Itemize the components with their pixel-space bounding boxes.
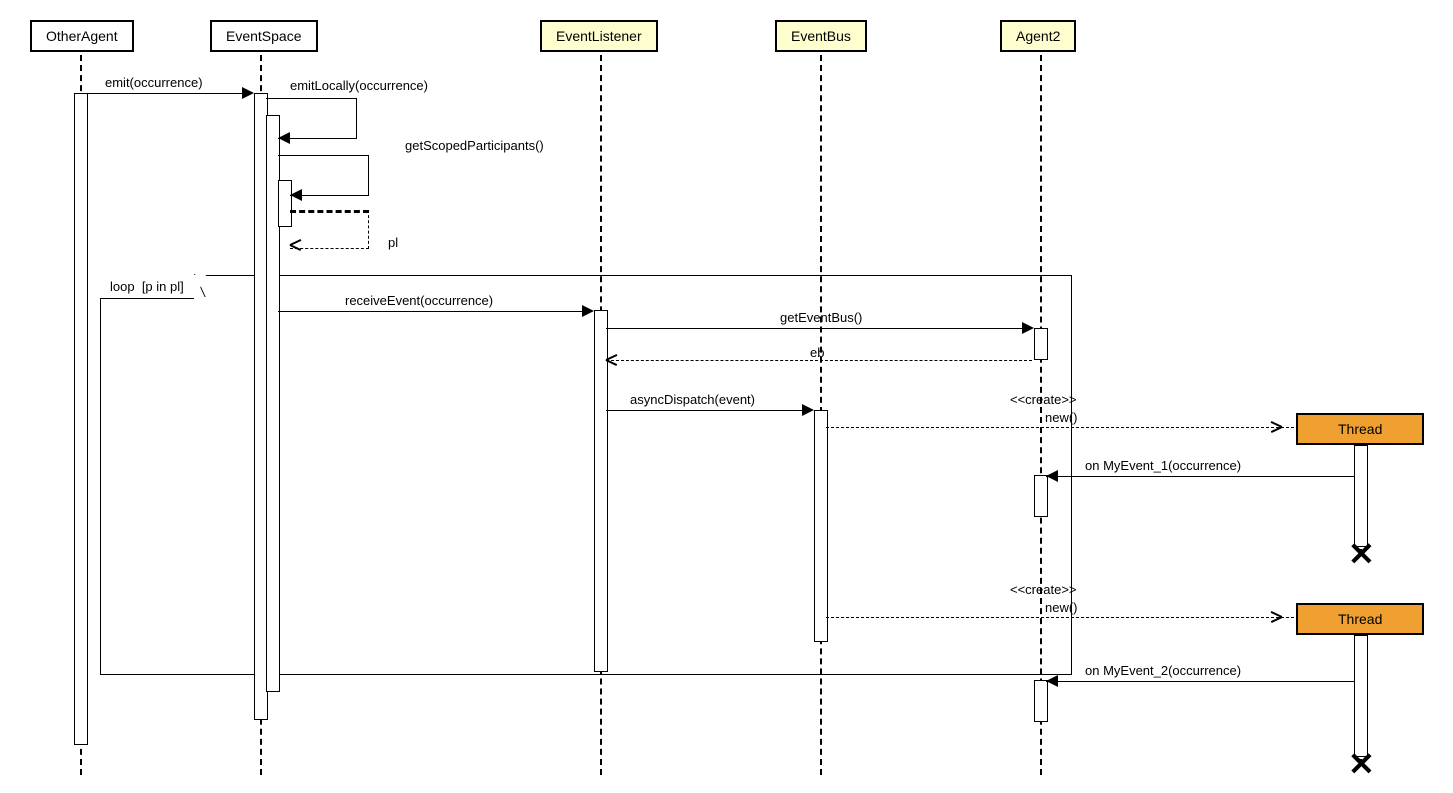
activation-otheragent xyxy=(74,93,88,745)
activation-thread1 xyxy=(1354,445,1368,547)
loop-frame xyxy=(100,275,1072,675)
msg-eb: eb xyxy=(810,345,824,360)
msg-asyncdispatch: asyncDispatch(event) xyxy=(630,392,755,407)
msg-emit: emit(occurrence) xyxy=(105,75,203,90)
msg-receiveevent: receiveEvent(occurrence) xyxy=(345,293,493,308)
arrow-receiveevent xyxy=(278,311,586,312)
participant-agent2: Agent2 xyxy=(1000,20,1076,52)
arrow-onmyevent2 xyxy=(1046,681,1354,682)
loop-condition: [p in pl] xyxy=(142,279,184,294)
participant-otheragent: OtherAgent xyxy=(30,20,134,52)
activation-eventlistener xyxy=(594,310,608,672)
msg-create2: <<create>> xyxy=(1010,582,1077,597)
arrowhead-emitlocally xyxy=(278,132,290,144)
arrowhead-onmyevent1 xyxy=(1046,470,1058,482)
msg-create1: <<create>> xyxy=(1010,392,1077,407)
thread-box-1: Thread xyxy=(1296,413,1424,445)
loop-label: loop [p in pl] xyxy=(100,275,195,299)
activation-agent2-1 xyxy=(1034,328,1048,360)
arrow-asyncdispatch xyxy=(606,410,806,411)
arrow-geteventbus xyxy=(606,328,1026,329)
msg-geteventbus: getEventBus() xyxy=(780,310,862,325)
arrowhead-emit xyxy=(242,87,254,99)
msg-getscoped: getScopedParticipants() xyxy=(405,138,544,153)
msg-new2: new() xyxy=(1045,600,1078,615)
arrow-new2 xyxy=(826,617,1294,618)
msg-onmyevent2: on MyEvent_2(occurrence) xyxy=(1085,663,1241,678)
arrowhead-receiveevent xyxy=(582,305,594,317)
arrow-eb xyxy=(606,360,1032,361)
msg-pl: pl xyxy=(388,235,398,250)
participant-eventlistener: EventListener xyxy=(540,20,658,52)
arrowhead-onmyevent2 xyxy=(1046,675,1058,687)
msg-emitlocally: emitLocally(occurrence) xyxy=(290,78,428,93)
msg-onmyevent1: on MyEvent_1(occurrence) xyxy=(1085,458,1241,473)
arrowhead-getscoped xyxy=(290,189,302,201)
arrow-new1 xyxy=(826,427,1294,428)
activation-thread2 xyxy=(1354,635,1368,757)
thread-box-2: Thread xyxy=(1296,603,1424,635)
destroy-icon-2: ✕ xyxy=(1348,745,1375,783)
selfcall-pl xyxy=(290,210,369,249)
loop-keyword: loop xyxy=(110,279,135,294)
participant-eventspace: EventSpace xyxy=(210,20,318,52)
destroy-icon-1: ✕ xyxy=(1348,535,1375,573)
arrow-emit xyxy=(86,93,246,94)
participant-eventbus: EventBus xyxy=(775,20,867,52)
sequence-diagram: OtherAgent EventSpace EventListener Even… xyxy=(20,20,1433,773)
activation-eventbus xyxy=(814,410,828,642)
arrowhead-asyncdispatch xyxy=(802,404,814,416)
arrow-onmyevent1 xyxy=(1046,476,1354,477)
arrowhead-geteventbus xyxy=(1022,322,1034,334)
msg-new1: new() xyxy=(1045,410,1078,425)
